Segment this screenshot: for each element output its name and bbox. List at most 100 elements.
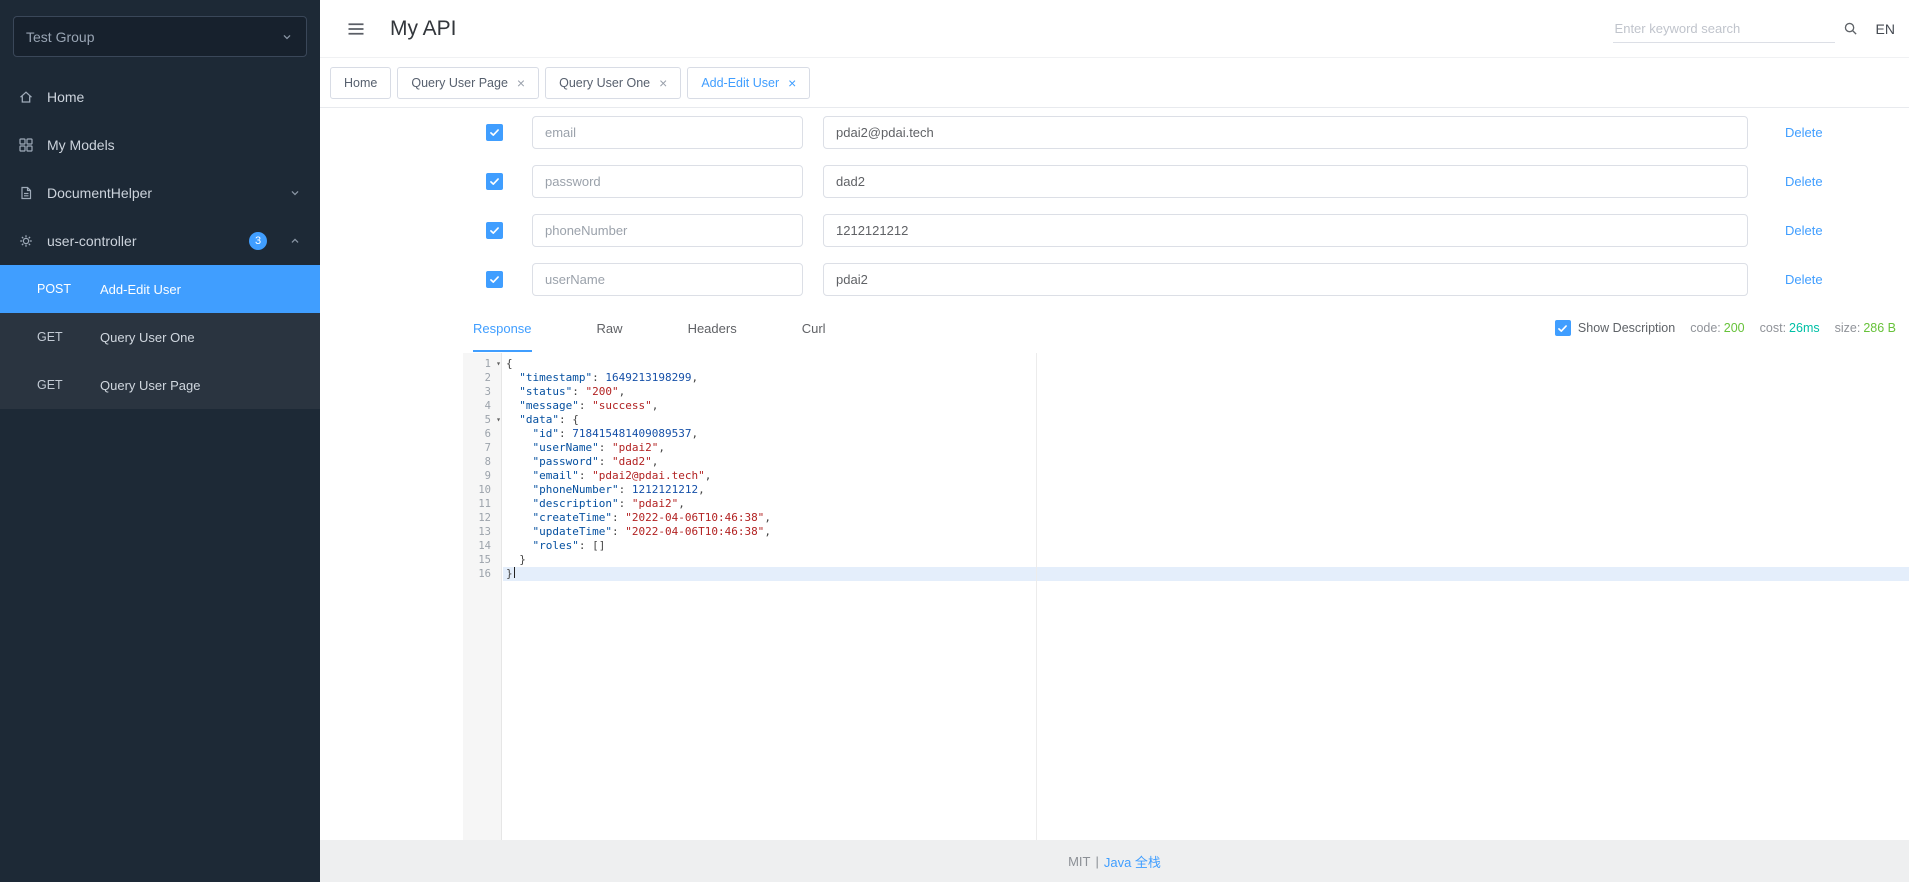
submenu-item-query-user-one[interactable]: GETQuery User One [0, 313, 320, 361]
sidebar-item-user-controller[interactable]: user-controller 3 [0, 217, 320, 265]
param-value-input[interactable] [823, 165, 1748, 198]
response-tab-headers[interactable]: Headers [688, 304, 737, 352]
stat-value: 26ms [1789, 321, 1820, 335]
home-icon [18, 89, 34, 105]
controller-icon [18, 233, 34, 249]
stat-value: 286 B [1863, 321, 1896, 335]
fold-icon[interactable]: ▾ [496, 413, 501, 427]
header: My API EN [320, 0, 1909, 58]
param-name-input[interactable] [532, 263, 803, 296]
code-line: "email": "pdai2@pdai.tech", [503, 469, 1909, 483]
show-description-checkbox[interactable] [1555, 320, 1571, 336]
line-number: 5▾ [463, 413, 501, 427]
line-number: 7 [463, 441, 501, 455]
line-number: 4 [463, 399, 501, 413]
submenu-user-controller: POSTAdd-Edit UserGETQuery User OneGETQue… [0, 265, 320, 409]
main-area: My API EN HomeQuery User Page×Query User… [320, 0, 1909, 882]
param-checkbox[interactable] [486, 124, 503, 141]
tab-label: Query User Page [411, 76, 508, 90]
stat-size: size:286 B [1835, 321, 1896, 335]
close-icon[interactable]: × [659, 76, 667, 90]
response-tab-raw[interactable]: Raw [597, 304, 623, 352]
line-number: 10 [463, 483, 501, 497]
line-number: 6 [463, 427, 501, 441]
show-description-label: Show Description [1578, 321, 1675, 335]
stat-label: code: [1690, 321, 1721, 335]
response-tab-curl[interactable]: Curl [802, 304, 826, 352]
stat-cost: cost:26ms [1760, 321, 1820, 335]
search-input[interactable] [1613, 15, 1835, 43]
submenu-item-label: Query User Page [100, 378, 200, 393]
line-number: 2 [463, 371, 501, 385]
param-value-input[interactable] [823, 214, 1748, 247]
param-name-input[interactable] [532, 116, 803, 149]
param-checkbox[interactable] [486, 222, 503, 239]
code-line: "createTime": "2022-04-06T10:46:38", [503, 511, 1909, 525]
tab-add-edit-user[interactable]: Add-Edit User × [687, 67, 810, 99]
param-checkbox[interactable] [486, 173, 503, 190]
chevron-up-icon [288, 234, 302, 248]
code-line: "status": "200", [503, 385, 1909, 399]
param-row: Delete [486, 157, 1909, 206]
stat-code: code:200 [1690, 321, 1744, 335]
delete-link[interactable]: Delete [1785, 125, 1823, 140]
tab-bar: HomeQuery User Page×Query User One×Add-E… [320, 58, 1909, 108]
delete-link[interactable]: Delete [1785, 174, 1823, 189]
param-name-input[interactable] [532, 165, 803, 198]
param-value-input[interactable] [823, 263, 1748, 296]
param-value-input[interactable] [823, 116, 1748, 149]
line-number: 8 [463, 455, 501, 469]
tab-query-user-one[interactable]: Query User One× [545, 67, 681, 99]
sidebar-item-label: DocumentHelper [47, 185, 152, 201]
menu-fold-icon[interactable] [346, 19, 366, 39]
footer-link[interactable]: Java 全栈 [1104, 852, 1161, 871]
submenu-item-query-user-page[interactable]: GETQuery User Page [0, 361, 320, 409]
line-number: 11 [463, 497, 501, 511]
tab-label: Home [344, 76, 377, 90]
param-checkbox[interactable] [486, 271, 503, 288]
editor-gutter: 1▾2345▾678910111213141516 [463, 353, 502, 840]
group-select[interactable]: Test Group [13, 16, 307, 57]
code-line: "userName": "pdai2", [503, 441, 1909, 455]
close-icon[interactable]: × [788, 76, 796, 90]
tab-query-user-page[interactable]: Query User Page × [397, 67, 539, 99]
response-tabs: Response Raw Headers Curl [473, 304, 826, 352]
tab-label: Add-Edit User [701, 76, 779, 90]
stat-label: size: [1835, 321, 1861, 335]
footer: MIT | Java 全栈 [320, 840, 1909, 882]
line-number: 9 [463, 469, 501, 483]
http-method-label: GET [37, 330, 100, 344]
language-toggle[interactable]: EN [1874, 17, 1897, 41]
models-icon [18, 137, 34, 153]
line-number: 14 [463, 539, 501, 553]
fold-icon[interactable]: ▾ [496, 357, 501, 371]
content: Delete Delete Delete Delete Response Raw Head… [320, 108, 1909, 840]
chevron-down-icon [280, 30, 294, 44]
response-tab-response[interactable]: Response [473, 304, 532, 352]
response-meta: Show Description code:200cost:26mssize:2… [1555, 304, 1896, 352]
count-badge: 3 [249, 232, 267, 250]
http-method-label: POST [37, 282, 100, 296]
delete-link[interactable]: Delete [1785, 272, 1823, 287]
line-number: 15 [463, 553, 501, 567]
response-editor[interactable]: 1▾2345▾678910111213141516 { "timestamp":… [463, 353, 1909, 840]
code-line: "data": { [503, 413, 1909, 427]
code-line: { [503, 357, 1909, 371]
sidebar-item-label: user-controller [47, 233, 136, 249]
sidebar-item-my-models[interactable]: My Models [0, 121, 320, 169]
param-row: Delete [486, 108, 1909, 157]
close-icon[interactable]: × [517, 76, 525, 90]
response-toolbar: ResponseRawHeadersCurl Show Description … [320, 304, 1909, 352]
sidebar-item-home[interactable]: Home [0, 73, 320, 121]
tab-home[interactable]: Home [330, 67, 391, 99]
delete-link[interactable]: Delete [1785, 223, 1823, 238]
search-icon[interactable] [1843, 21, 1858, 36]
line-number: 3 [463, 385, 501, 399]
param-name-input[interactable] [532, 214, 803, 247]
submenu-item-label: Add-Edit User [100, 282, 181, 297]
sidebar-item-documenthelper[interactable]: DocumentHelper [0, 169, 320, 217]
code-line: } [503, 553, 1909, 567]
param-row: Delete [486, 255, 1909, 304]
submenu-item-add-edit-user[interactable]: POSTAdd-Edit User [0, 265, 320, 313]
editor-code[interactable]: { "timestamp": 1649213198299, "status": … [503, 353, 1909, 581]
